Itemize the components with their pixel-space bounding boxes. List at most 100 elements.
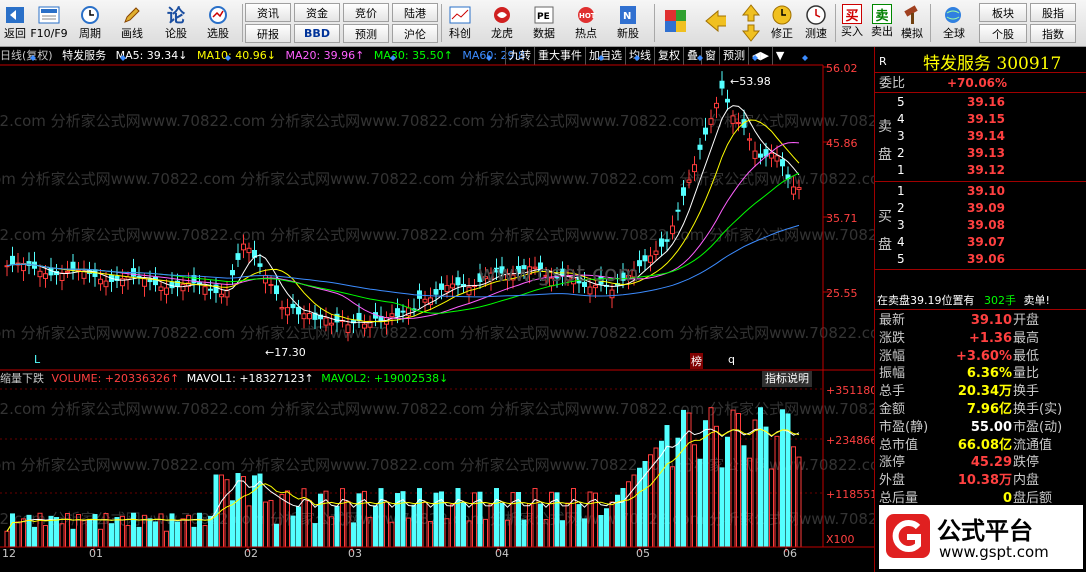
volume-bar xyxy=(670,466,675,548)
quote-value: 7.96亿 xyxy=(966,402,1012,417)
pick-stock-button[interactable]: 选股 xyxy=(202,2,234,45)
bbd-button[interactable]: BBD xyxy=(294,24,340,43)
volume-bar xyxy=(373,505,378,548)
volume-bar xyxy=(191,526,197,548)
volume-bar xyxy=(98,528,103,548)
price-axis-label: 25.55 xyxy=(826,287,858,300)
quote-key: 金额 xyxy=(879,402,906,417)
gspt-logo: 公式平台 www.gspt.com xyxy=(879,505,1083,569)
buy-level-5: 5 39.06 xyxy=(875,251,1086,268)
volume-bar xyxy=(153,521,158,548)
hk-connect-button[interactable]: 陆港 xyxy=(392,3,438,22)
candle-body xyxy=(246,247,252,254)
hammer-icon xyxy=(901,4,923,26)
back-button[interactable]: 返回 xyxy=(2,2,28,45)
volume-bar xyxy=(417,488,422,548)
index-futures-button[interactable]: 股指 xyxy=(1030,3,1076,22)
volume-bar xyxy=(725,436,730,548)
sell-icon: 卖 xyxy=(872,4,892,24)
shanghai-london-button[interactable]: 沪伦 xyxy=(392,24,438,43)
toolbar-separator xyxy=(242,4,243,42)
sector-button[interactable]: 板块 xyxy=(979,3,1027,22)
auction-button[interactable]: 竞价 xyxy=(343,3,389,22)
level-num: 3 xyxy=(897,218,905,232)
date-axis: 12 01 02 03 04 05 06 xyxy=(0,547,823,561)
discuss-button[interactable]: 论 论股 xyxy=(160,2,192,45)
quote-key: 跌停 xyxy=(1013,455,1040,471)
simulate-button[interactable]: 模拟 xyxy=(898,2,926,45)
level-price: 39.13 xyxy=(967,146,1005,160)
quote-key: 涨跌 xyxy=(879,330,906,346)
candle-body xyxy=(59,272,65,282)
buy-button[interactable]: 买 买入 xyxy=(838,2,866,45)
candle-body xyxy=(582,281,587,287)
indicator-help-button[interactable]: 指标说明 xyxy=(762,371,812,387)
individual-stock-button[interactable]: 个股 xyxy=(979,24,1027,43)
candle-body xyxy=(637,260,642,267)
data-button-label: 数据 xyxy=(533,27,555,40)
volume-bar xyxy=(70,528,76,548)
weibi-row: 委比 +70.06% xyxy=(875,75,1086,92)
candle-body xyxy=(158,286,164,291)
volume-bar xyxy=(197,512,202,548)
data-button[interactable]: PE 数据 xyxy=(528,2,560,45)
global-button-label: 全球 xyxy=(943,27,965,40)
discuss-icon: 论 xyxy=(167,6,185,27)
main-toolbar: 返回 F10/F9 周期 画线 论 论股 选股 资讯 资金 竞价 陆港 研报 B… xyxy=(0,0,1086,47)
period-button[interactable]: 周期 xyxy=(74,2,106,45)
quote-key: 最低 xyxy=(1013,348,1040,364)
speed-test-button[interactable]: 测速 xyxy=(800,2,832,45)
volume-bar xyxy=(43,525,48,548)
globe-icon xyxy=(943,4,965,26)
volume-bar xyxy=(312,523,318,548)
volume-bar xyxy=(741,445,747,548)
quote-value: 39.10 xyxy=(970,313,1012,328)
research-button[interactable]: 研报 xyxy=(245,24,291,43)
event-marker-icon xyxy=(752,55,758,61)
dragon-tiger-button[interactable]: 龙虎 xyxy=(486,2,518,45)
quote-key: 换手(实) xyxy=(1013,402,1063,417)
forecast-button[interactable]: 预测 xyxy=(343,24,389,43)
back-nav-button[interactable] xyxy=(698,2,732,45)
star-market-button[interactable]: 科创 xyxy=(444,2,476,45)
volume-bar xyxy=(351,522,356,548)
sell-level-1: 1 39.12 xyxy=(875,162,1086,179)
pe-icon: PE xyxy=(533,4,555,26)
quote-value: 55.00 xyxy=(970,419,1012,435)
toolbar-separator xyxy=(441,4,442,42)
candle-body xyxy=(455,277,461,286)
fix-button[interactable]: 修正 xyxy=(766,2,798,45)
ma5-line xyxy=(6,105,800,324)
candle-body xyxy=(329,322,334,326)
sell-button[interactable]: 卖 卖出 xyxy=(868,2,896,45)
hot-topic-button[interactable]: HOT 热点 xyxy=(570,2,602,45)
f10-button-label: F10/F9 xyxy=(30,27,68,40)
candle-body xyxy=(708,118,714,125)
news-button[interactable]: 资讯 xyxy=(245,3,291,22)
candle-body xyxy=(543,274,549,277)
date-tick: 04 xyxy=(495,547,509,560)
divider xyxy=(875,309,1086,310)
level-num: 1 xyxy=(897,163,905,177)
index-button[interactable]: 指数 xyxy=(1030,24,1076,43)
fix-button-label: 修正 xyxy=(771,27,793,40)
mavol2-value: MAVOL2: +19002538↓ xyxy=(321,372,449,385)
draw-line-button[interactable]: 画线 xyxy=(116,2,148,45)
period-button-label: 周期 xyxy=(79,27,101,40)
level-num: 4 xyxy=(897,235,905,249)
event-marker-icon xyxy=(225,55,231,61)
candle-body xyxy=(400,310,406,313)
quote-key: 开盘 xyxy=(1013,313,1040,328)
candle-body xyxy=(142,278,147,287)
candle-body xyxy=(664,239,670,242)
scroll-arrows[interactable] xyxy=(740,2,762,45)
kline-chart[interactable]: 22.com 分析家公式网www.70822.com 分析家公式网www.708… xyxy=(0,47,874,572)
global-button[interactable]: 全球 xyxy=(934,2,974,45)
f10-button[interactable]: F10/F9 xyxy=(28,2,70,45)
quote-row: 外盘 10.38万 内盘 xyxy=(875,472,1086,489)
capital-button[interactable]: 资金 xyxy=(294,3,340,22)
level-price: 39.14 xyxy=(967,129,1005,143)
ipo-button[interactable]: N 新股 xyxy=(612,2,644,45)
quote-row: 涨停 45.29 跌停 xyxy=(875,454,1086,471)
tile-button[interactable] xyxy=(660,2,690,45)
